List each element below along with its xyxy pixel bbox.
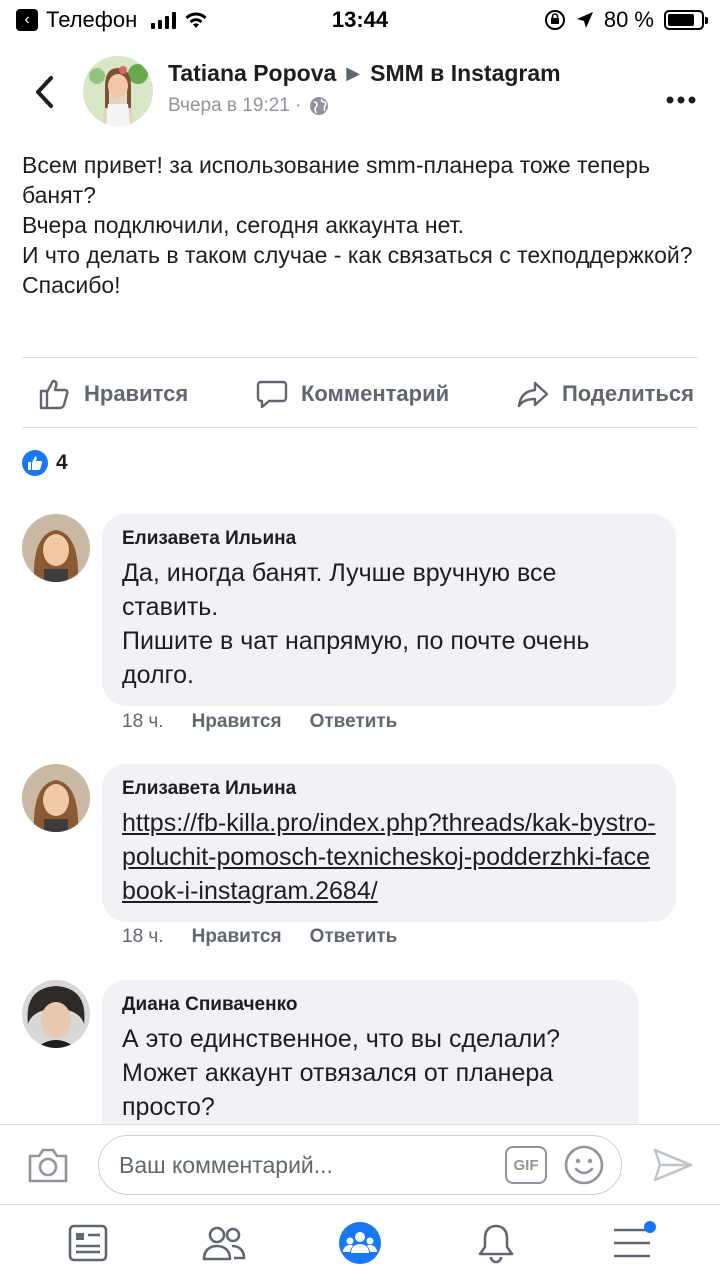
status-left: ‹ Телефон [16, 7, 256, 33]
battery-fill [668, 14, 694, 26]
post-body: Всем привет! за использование smm-планер… [22, 150, 702, 300]
signal-icon [151, 11, 177, 29]
post-title: Tatiana Popova ▶ SMM в Instagram [168, 60, 561, 87]
post-line: Вчера подключили, сегодня аккаунта нет. [22, 212, 464, 238]
author-avatar[interactable] [83, 56, 153, 126]
camera-icon [28, 1148, 68, 1183]
bottom-tab-bar [0, 1204, 720, 1280]
share-arrow-icon [517, 381, 549, 408]
like-button[interactable]: Нравится [38, 377, 188, 411]
comment-meta: 18 ч. Нравится Ответить [122, 926, 397, 948]
comment-text-line: Да, иногда банят. Лучше вручную все став… [122, 559, 557, 621]
clock: 13:44 [331, 7, 389, 32]
comment-reply-button[interactable]: Ответить [310, 926, 398, 948]
gif-button[interactable]: GIF [505, 1146, 547, 1184]
back-button[interactable] [24, 72, 64, 112]
comment-text: А это единственное, что вы сделали? Може… [122, 1025, 561, 1121]
post-header: Tatiana Popova ▶ SMM в Instagram Вчера в… [0, 52, 720, 132]
divider [22, 357, 698, 358]
battery-percent: 80 % [603, 7, 654, 32]
post-timestamp[interactable]: Вчера в 19:21 · [168, 95, 301, 117]
commenter-name[interactable]: Елизавета Ильина [122, 528, 656, 550]
groups-icon [339, 1221, 381, 1264]
bell-icon [478, 1224, 514, 1263]
tab-menu[interactable] [602, 1213, 662, 1273]
post-line: Всем привет! за использование smm-планер… [22, 152, 651, 208]
comment-input[interactable]: Ваш комментарий... GIF [98, 1135, 622, 1195]
comment-bubble[interactable]: Елизавета Ильина https://fb-killa.pro/in… [102, 764, 676, 922]
comment-bubble[interactable]: Диана Спиваченко А это единственное, что… [102, 980, 638, 1124]
send-icon [653, 1148, 693, 1182]
thumbs-up-icon [39, 379, 69, 410]
send-button[interactable] [652, 1147, 694, 1188]
menu-notification-dot [644, 1220, 656, 1233]
friends-icon [202, 1226, 246, 1260]
comment-like-button[interactable]: Нравится [192, 926, 282, 948]
post-line: И что делать в таком случае - как связат… [22, 242, 693, 268]
carrier-label: Телефон [46, 7, 138, 32]
comment-meta: 18 ч. Нравится Ответить [122, 711, 397, 733]
back-to-app-icon[interactable]: ‹ [16, 9, 38, 31]
tab-notifications[interactable] [466, 1213, 526, 1273]
more-options-button[interactable] [666, 78, 696, 112]
commenter-avatar[interactable] [22, 764, 90, 832]
chevron-left-icon [36, 76, 53, 108]
camera-button[interactable] [26, 1145, 70, 1190]
comment-time: 18 ч. [122, 711, 164, 732]
smiley-icon [564, 1145, 604, 1185]
comment-composer: Ваш комментарий... GIF [0, 1124, 720, 1204]
tab-friends[interactable] [194, 1213, 254, 1273]
commenter-avatar[interactable] [22, 514, 90, 582]
status-bar: ‹ Телефон 13:44 80 % [0, 0, 720, 40]
emoji-button[interactable] [563, 1144, 605, 1192]
wifi-icon [185, 12, 207, 28]
divider [22, 427, 698, 428]
comment-text: Да, иногда банят. Лучше вручную все став… [122, 556, 656, 692]
comment-bubble[interactable]: Елизавета Ильина Да, иногда банят. Лучше… [102, 514, 676, 706]
reactions-summary[interactable]: 4 [22, 450, 68, 476]
post-header-text: Tatiana Popova ▶ SMM в Instagram Вчера в… [168, 60, 561, 117]
tab-groups[interactable] [330, 1213, 390, 1273]
likes-count: 4 [56, 451, 68, 474]
comment-item: Диана Спиваченко А это единственное, что… [0, 980, 720, 1124]
comment-link[interactable]: https://fb-killa.pro/index.php?threads/k… [122, 806, 656, 908]
commenter-name[interactable]: Елизавета Ильина [122, 778, 656, 800]
post-meta: Вчера в 19:21 · [168, 95, 561, 117]
location-icon [576, 12, 593, 28]
status-right: 80 % [464, 7, 708, 33]
group-name[interactable]: SMM в Instagram [370, 60, 561, 87]
commenter-avatar[interactable] [22, 980, 90, 1048]
like-label: Нравится [84, 381, 189, 406]
battery-icon [664, 10, 708, 30]
comment-time: 18 ч. [122, 926, 164, 947]
more-dots-icon [666, 96, 696, 104]
comment-label: Комментарий [300, 381, 450, 406]
tab-news-feed[interactable] [58, 1213, 118, 1273]
share-button[interactable]: Поделиться [516, 377, 694, 411]
rotation-lock-icon [544, 10, 565, 30]
comment-text-line: Пишите в чат напрямую, по почте очень до… [122, 627, 590, 689]
post-actions: Нравится Комментарий Поделиться [0, 366, 720, 422]
comment-item: Елизавета Ильина https://fb-killa.pro/in… [0, 764, 720, 964]
news-feed-icon [68, 1224, 108, 1261]
post-line: Спасибо! [22, 272, 121, 298]
comment-item: Елизавета Ильина Да, иногда банят. Лучше… [0, 514, 720, 744]
comment-bubble-icon [256, 380, 288, 409]
commenter-name[interactable]: Диана Спиваченко [122, 994, 618, 1016]
comment-like-button[interactable]: Нравится [192, 711, 282, 733]
comment-input-placeholder: Ваш комментарий... [119, 1151, 333, 1178]
author-name[interactable]: Tatiana Popova [168, 60, 336, 87]
comment-button[interactable]: Комментарий [255, 377, 449, 411]
share-label: Поделиться [561, 381, 694, 406]
triangle-right-icon: ▶ [346, 63, 361, 83]
like-reaction-icon [22, 450, 48, 476]
comment-reply-button[interactable]: Ответить [310, 711, 398, 733]
globe-icon [310, 97, 329, 115]
